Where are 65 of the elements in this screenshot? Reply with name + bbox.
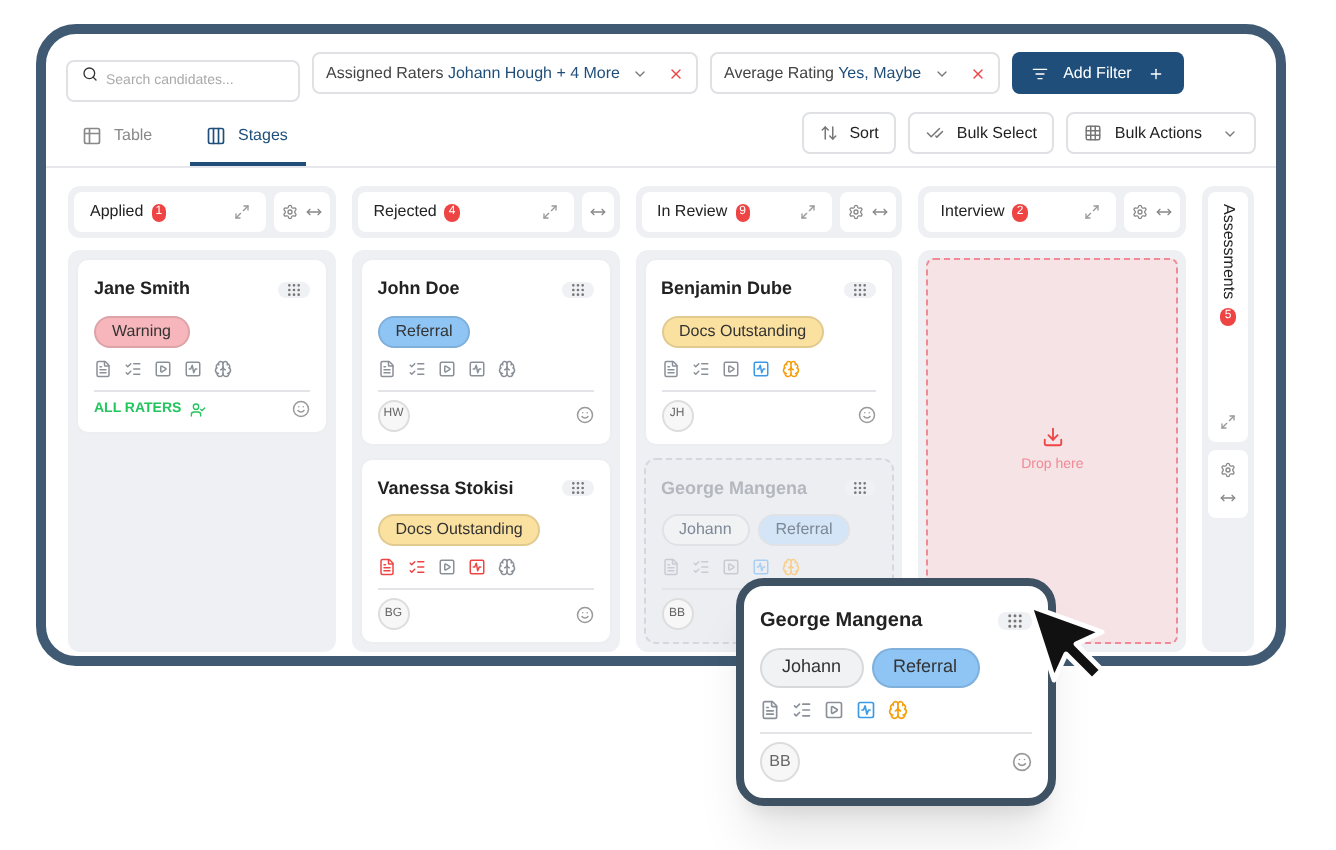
drop-icon	[1041, 425, 1064, 448]
expand-icon[interactable]	[233, 204, 250, 220]
drag-handle-icon[interactable]	[844, 281, 877, 298]
smiley-icon[interactable]	[575, 406, 594, 424]
table-icon	[82, 126, 102, 146]
candidate-name: Benjamin Dube	[661, 276, 793, 302]
settings-icon[interactable]	[1220, 462, 1237, 478]
avatar: BB	[760, 741, 800, 781]
expand-icon[interactable]	[800, 204, 817, 220]
drag-handle-icon[interactable]	[998, 612, 1032, 630]
tag: Johann	[661, 514, 750, 546]
grid-icon	[1084, 124, 1103, 142]
plus-icon	[1147, 65, 1164, 81]
smiley-icon[interactable]	[575, 605, 594, 623]
collapse-icon[interactable]	[589, 204, 606, 220]
candidate-name: John Doe	[377, 276, 460, 302]
sort-icon	[819, 124, 838, 142]
smiley-icon[interactable]	[858, 406, 877, 424]
view-tab[interactable]: Table	[66, 110, 190, 166]
double-check-icon	[926, 124, 945, 142]
tag: Johann	[760, 648, 864, 687]
search-icon	[82, 65, 98, 81]
expand-icon[interactable]	[1084, 204, 1101, 220]
column-title: Assessments	[1218, 204, 1241, 300]
view-tab[interactable]: Stages	[190, 110, 306, 166]
drag-handle-icon[interactable]	[277, 281, 310, 298]
tag: Docs Outstanding	[377, 514, 541, 546]
tag: Warning	[94, 315, 189, 347]
settings-icon[interactable]	[281, 204, 298, 220]
smiley-icon[interactable]	[1012, 751, 1032, 771]
user-check-icon	[189, 401, 206, 418]
column-title: Interview	[940, 200, 1005, 224]
drag-handle-icon[interactable]	[561, 281, 594, 298]
drag-handle-icon[interactable]	[844, 480, 877, 497]
filter-chip[interactable]: Average Rating Yes, Maybe	[710, 52, 1000, 94]
column-title: Rejected	[373, 200, 437, 224]
close-icon[interactable]	[668, 65, 684, 81]
columns-icon	[206, 126, 226, 146]
dragged-card-overlay[interactable]: George Mangena Johann Referral BB	[736, 578, 1056, 805]
expand-icon[interactable]	[541, 204, 558, 220]
drag-handle-icon[interactable]	[561, 480, 594, 497]
collapse-icon[interactable]	[872, 204, 889, 220]
toolbar-button[interactable]: Bulk Select	[908, 112, 1055, 154]
column-title: In Review	[657, 200, 728, 224]
expand-horizontal-icon[interactable]	[1220, 490, 1237, 506]
tag: Referral	[871, 648, 980, 687]
candidate-name: Vanessa Stokisi	[377, 475, 514, 501]
smiley-icon[interactable]	[291, 400, 310, 419]
collapse-icon[interactable]	[1156, 204, 1173, 220]
toolbar-button[interactable]: Sort	[801, 112, 897, 154]
column-title: Applied	[90, 200, 144, 224]
expand-icon[interactable]	[1220, 414, 1237, 430]
settings-icon[interactable]	[1132, 204, 1149, 220]
toolbar-button[interactable]: Bulk Actions	[1066, 112, 1256, 154]
tag: Docs Outstanding	[661, 315, 825, 347]
candidate-name: George Mangena	[661, 475, 808, 502]
tag: Referral	[377, 315, 471, 347]
close-icon[interactable]	[969, 65, 986, 81]
filter-chip[interactable]: Assigned Raters Johann Hough + 4 More	[312, 52, 698, 94]
candidate-name: Jane Smith	[94, 276, 191, 302]
filter-icon	[1031, 65, 1048, 81]
tag: Referral	[757, 514, 851, 546]
collapse-icon[interactable]	[305, 204, 322, 220]
add-filter-button[interactable]: Add Filter	[1011, 52, 1184, 94]
settings-icon[interactable]	[848, 204, 865, 220]
